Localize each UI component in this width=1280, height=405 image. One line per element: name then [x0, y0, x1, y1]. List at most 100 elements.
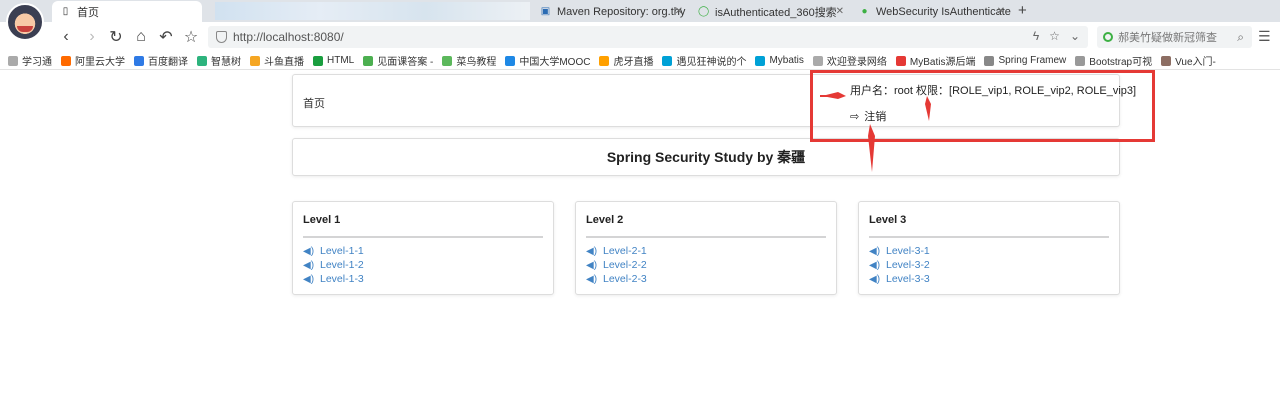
bookmark-item[interactable]: 欢迎登录网络	[812, 53, 887, 68]
page-title: Spring Security Study by 秦疆	[606, 149, 806, 165]
close-icon[interactable]: ✕	[836, 6, 844, 17]
card-title: Level 2	[586, 214, 624, 226]
card-title: Level 1	[303, 214, 341, 226]
bookmark-item[interactable]: 中国大学MOOC	[505, 53, 590, 68]
undo-close-button[interactable]: ↶	[156, 27, 176, 47]
lightning-icon[interactable]: ϟ	[1033, 29, 1039, 43]
level-link[interactable]: ◀) Level-2-1	[586, 244, 647, 258]
bookmarks-bar: 学习通 阿里云大学 百度翻译 智慧树 斗鱼直播 HTML 见面课答案 - 菜鸟教程 中国大学MO…	[0, 52, 1280, 70]
bookmark-label: 遇见狂神说的个	[676, 57, 747, 68]
bookmark-label: HTML	[327, 55, 355, 66]
bullhorn-icon: ◀)	[303, 259, 315, 271]
level-link[interactable]: ◀) Level-1-2	[303, 258, 364, 272]
shield-icon	[216, 31, 227, 43]
bookmark-icon	[1075, 55, 1086, 66]
level-link[interactable]: ◀) Level-3-1	[869, 244, 930, 258]
user-avatar[interactable]	[6, 3, 44, 41]
search-box[interactable]: 郝美竹疑做新冠筛查 ⌕	[1097, 26, 1252, 48]
bookmark-icon	[134, 55, 144, 66]
bookmark-star-button[interactable]: ☆	[181, 27, 201, 47]
bullhorn-icon: ◀)	[869, 273, 881, 285]
new-tab-button[interactable]: +	[1018, 2, 1027, 19]
home-button[interactable]: ⌂	[131, 27, 151, 47]
star-icon[interactable]: ☆	[1049, 29, 1060, 43]
maven-icon: ▣	[540, 6, 551, 17]
level-link[interactable]: ◀) Level-3-3	[869, 272, 930, 286]
tab-strip: ▯ 首页 ▣ Maven Repository: org.thy ✕ ◯ isA…	[0, 0, 1280, 41]
forward-button[interactable]: ›	[82, 27, 102, 47]
bookmark-label: Mybatis	[769, 55, 804, 66]
tab-home[interactable]: ▯ 首页	[52, 1, 202, 22]
bookmark-item[interactable]: HTML	[313, 55, 354, 66]
bookmark-item[interactable]: Mybatis	[755, 55, 804, 66]
bookmark-item[interactable]: Spring Framew	[984, 55, 1066, 66]
link-label: Level-1-1	[320, 245, 364, 257]
bookmark-label: 中国大学MOOC	[519, 57, 591, 68]
level-link[interactable]: ◀) Level-2-2	[586, 258, 647, 272]
level-link[interactable]: ◀) Level-3-2	[869, 258, 930, 272]
bookmark-label: 百度翻译	[148, 57, 188, 68]
tab-360-search[interactable]: ◯ isAuthenticated_360搜索 ✕	[690, 1, 850, 22]
bookmark-label: 智慧树	[211, 57, 241, 68]
level-link[interactable]: ◀) Level-1-1	[303, 244, 364, 258]
bookmark-icon	[755, 55, 766, 66]
bookmark-item[interactable]: 虎牙直播	[599, 53, 653, 68]
bookmark-item[interactable]: MyBatis源后端	[895, 53, 975, 68]
chevron-down-icon[interactable]: ⌄	[1070, 29, 1080, 43]
bookmark-item[interactable]: Vue入门-	[1161, 53, 1216, 68]
bookmark-label: 欢迎登录网络	[826, 57, 887, 68]
tab-maven[interactable]: ▣ Maven Repository: org.thy ✕	[532, 1, 689, 22]
bookmark-label: Vue入门-	[1175, 57, 1216, 68]
link-label: Level-3-1	[886, 245, 930, 257]
link-label: Level-2-2	[603, 259, 647, 271]
search-icon[interactable]: ⌕	[1237, 30, 1244, 45]
bookmark-icon	[812, 55, 823, 66]
url-text: http://localhost:8080/	[233, 30, 344, 44]
bookmark-icon	[250, 55, 260, 66]
level-1-card: Level 1 ◀) Level-1-1 ◀) Level-1-2 ◀) Level-…	[292, 201, 554, 295]
bullhorn-icon: ◀)	[586, 273, 598, 285]
bookmark-item[interactable]: Bootstrap可视	[1075, 53, 1152, 68]
blurred-tabs	[215, 2, 530, 20]
address-bar[interactable]: http://localhost:8080/ ϟ ☆ ⌄	[208, 26, 1088, 48]
bookmark-item[interactable]: 阿里云大学	[61, 53, 125, 68]
bookmark-item[interactable]: 智慧树	[197, 53, 241, 68]
reload-button[interactable]: ↻	[106, 27, 126, 47]
tab-label: 首页	[77, 6, 99, 19]
bookmark-icon	[599, 55, 610, 66]
bookmark-icon	[1161, 55, 1172, 66]
bookmark-item[interactable]: 学习通	[8, 53, 52, 68]
close-icon[interactable]: ✕	[997, 6, 1005, 17]
bookmark-item[interactable]: 见面课答案 -	[363, 53, 433, 68]
bookmark-icon	[505, 55, 516, 66]
bookmark-label: 学习通	[22, 57, 52, 68]
level-link[interactable]: ◀) Level-1-3	[303, 272, 364, 286]
bullhorn-icon: ◀)	[869, 259, 881, 271]
bookmark-item[interactable]: 菜鸟教程	[442, 53, 496, 68]
level-2-card: Level 2 ◀) Level-2-1 ◀) Level-2-2 ◀) Level-…	[575, 201, 837, 295]
bookmark-item[interactable]: 百度翻译	[134, 53, 188, 68]
bookmark-item[interactable]: 遇见狂神说的个	[662, 53, 746, 68]
tab-websecurity[interactable]: ● WebSecurity IsAuthenticate ✕	[851, 1, 1011, 22]
link-label: Level-2-3	[603, 273, 647, 285]
divider	[869, 236, 1109, 238]
level-link[interactable]: ◀) Level-2-3	[586, 272, 647, 286]
tab-label: Maven Repository: org.thy	[557, 5, 686, 18]
link-label: Level-1-3	[320, 273, 364, 285]
search-engine-icon	[1103, 32, 1113, 42]
back-button[interactable]: ‹	[56, 27, 76, 47]
bookmark-icon	[8, 55, 18, 66]
close-icon[interactable]: ✕	[675, 6, 683, 17]
bookmark-icon	[61, 55, 71, 66]
bookmark-item[interactable]: 斗鱼直播	[250, 53, 304, 68]
browser-toolbar: ‹ › ↻ ⌂ ↶ ☆ http://localhost:8080/ ϟ ☆ ⌄…	[0, 22, 1280, 52]
bullhorn-icon: ◀)	[586, 245, 598, 257]
home-link[interactable]: 首页	[303, 95, 325, 111]
bookmark-label: 虎牙直播	[613, 57, 654, 68]
link-label: Level-3-3	[886, 273, 930, 285]
menu-icon[interactable]: ☰	[1258, 29, 1272, 43]
annotation-box	[810, 70, 1155, 142]
divider	[303, 236, 543, 238]
search-engine-icon: ◯	[698, 6, 710, 17]
link-label: Level-2-1	[603, 245, 647, 257]
